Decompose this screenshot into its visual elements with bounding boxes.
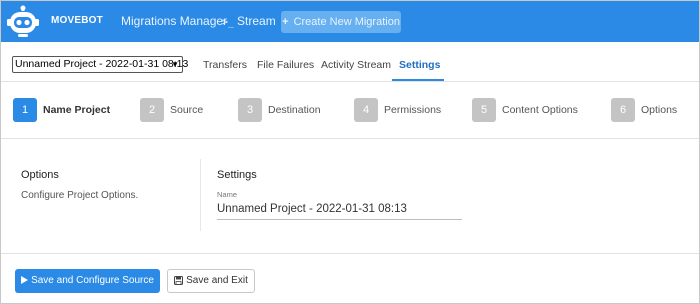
save-and-exit-button[interactable]: Save and Exit xyxy=(167,269,255,293)
project-name-input[interactable]: Unnamed Project - 2022-01-31 08:13 xyxy=(217,203,407,215)
input-underline xyxy=(217,219,462,220)
save-and-exit-label: Save and Exit xyxy=(186,275,248,286)
save-and-configure-source-button[interactable]: Save and Configure Source xyxy=(15,269,160,293)
project-select-value: Unnamed Project - 2022-01-31 08:13 xyxy=(15,58,189,70)
step-number-badge: 2 xyxy=(140,98,164,122)
create-new-migration-label: Create New Migration xyxy=(293,16,400,28)
floppy-disk-icon xyxy=(174,275,184,285)
create-new-migration-button[interactable]: + Create New Migration xyxy=(281,11,401,33)
chevron-down-icon: ▼ xyxy=(171,60,179,69)
step-number-badge: 5 xyxy=(472,98,496,122)
step-label: Permissions xyxy=(384,104,442,116)
step-label: Options xyxy=(641,104,678,116)
step-number-badge: 4 xyxy=(354,98,378,122)
nav-stream-label: Stream xyxy=(237,14,276,28)
nav-stream[interactable]: >_ Stream xyxy=(222,14,276,28)
step-label: Source xyxy=(170,104,204,116)
settings-section-title: Settings xyxy=(217,169,257,181)
step-label: Name Project xyxy=(43,104,111,116)
step-number-badge: 6 xyxy=(611,98,635,122)
save-and-configure-source-label: Save and Configure Source xyxy=(31,275,154,286)
tab-file-failures[interactable]: File Failures xyxy=(257,59,314,71)
tab-settings[interactable]: Settings xyxy=(399,59,440,71)
top-navbar: MOVEBOT Migrations Manager >_ Stream + Cr… xyxy=(1,1,699,42)
brand-name: MOVEBOT xyxy=(51,15,103,26)
options-section-description: Configure Project Options. xyxy=(21,190,139,201)
step-label: Content Options xyxy=(502,104,578,116)
section-divider xyxy=(200,159,201,231)
plus-icon: + xyxy=(282,16,289,28)
options-section-title: Options xyxy=(21,169,59,181)
step-number-badge: 1 xyxy=(13,98,37,122)
step-label: Destination xyxy=(268,104,321,116)
tab-transfers[interactable]: Transfers xyxy=(203,59,247,71)
name-field-label: Name xyxy=(217,190,238,199)
play-icon xyxy=(21,276,29,285)
app-window: MOVEBOT Migrations Manager >_ Stream + Cr… xyxy=(0,0,700,304)
divider xyxy=(1,253,699,254)
terminal-prompt-icon: >_ xyxy=(222,17,235,28)
divider xyxy=(1,138,699,139)
tab-activity-stream[interactable]: Activity Stream xyxy=(321,59,391,71)
step-number-badge: 3 xyxy=(238,98,262,122)
project-select[interactable]: Unnamed Project - 2022-01-31 08:13 ▼ xyxy=(12,56,188,73)
divider xyxy=(1,81,699,82)
movebot-robot-logo-icon[interactable] xyxy=(6,5,40,38)
nav-migrations-manager[interactable]: Migrations Manager xyxy=(121,14,227,28)
